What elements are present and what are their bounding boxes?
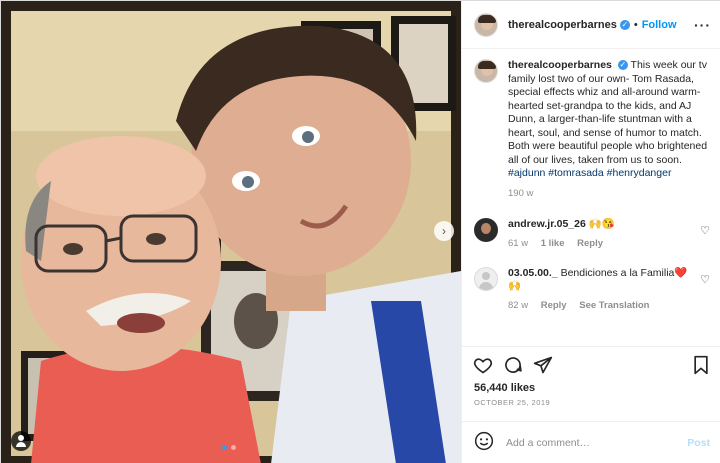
author-avatar[interactable]	[474, 12, 498, 37]
caption-verified-badge-icon: ✓	[617, 60, 628, 71]
comment-likes[interactable]: 1 like	[541, 238, 565, 249]
commenter-username[interactable]: andrew.jr.05_26	[508, 218, 586, 230]
comments-section[interactable]: therealcooperbarnes ✓ This week our tv f…	[462, 49, 720, 346]
more-horizontal-icon[interactable]: ···	[694, 17, 711, 33]
caption-age: 190 w	[508, 187, 534, 199]
comment-age: 82 w	[508, 299, 529, 311]
comment-text-line: andrew.jr.05_26 🙌😘	[508, 218, 698, 232]
instagram-post-modal: › therealcooperbarnes ✓ • Follow ··· the…	[0, 0, 720, 463]
add-comment-bar: Add a comment… Post	[462, 421, 720, 463]
reply-button[interactable]: Reply	[577, 238, 603, 249]
post-comment-button[interactable]: Post	[687, 437, 710, 449]
send-icon[interactable]	[532, 354, 554, 376]
add-comment-input[interactable]: Add a comment…	[506, 437, 687, 449]
tagged-users-icon[interactable]	[11, 431, 31, 451]
post-actions-bar	[462, 346, 720, 382]
comment-icon[interactable]	[502, 354, 524, 376]
post-date: OCTOBER 25, 2019	[474, 398, 551, 407]
post-header: therealcooperbarnes ✓ • Follow ···	[462, 1, 720, 49]
post-photo[interactable]: ›	[1, 1, 461, 463]
comment-body: andrew.jr.05_26 🙌😘 61 w 1 like Reply	[508, 218, 698, 249]
header-separator: •	[633, 18, 638, 31]
comment-like-heart-icon[interactable]: ♡	[700, 224, 710, 237]
caption-username[interactable]: therealcooperbarnes	[508, 59, 612, 71]
comment-item: 03.05.00._ Bendiciones a la Familia❤️🙌 8…	[474, 266, 710, 311]
caption-text: This week our tv family lost two of our …	[508, 59, 708, 166]
comment-text: 🙌😘	[588, 218, 615, 230]
comment-like-heart-icon[interactable]: ♡	[700, 273, 710, 286]
likes-count[interactable]: 56,440 likes	[474, 382, 535, 394]
carousel-indicator	[222, 445, 236, 450]
comment-meta: 61 w 1 like Reply	[508, 238, 698, 249]
comment-body: 03.05.00._ Bendiciones a la Familia❤️🙌 8…	[508, 267, 698, 311]
comment-meta: 82 w Reply See Translation	[508, 300, 698, 311]
commenter-username[interactable]: 03.05.00._	[508, 267, 558, 279]
commenter-avatar[interactable]	[474, 266, 498, 291]
reply-button[interactable]: Reply	[541, 300, 567, 311]
follow-button[interactable]: Follow	[642, 19, 677, 31]
comment-age: 61 w	[508, 237, 529, 249]
comment-text-line: 03.05.00._ Bendiciones a la Familia❤️🙌	[508, 267, 698, 294]
selfie-image	[1, 1, 461, 463]
post-details-panel: therealcooperbarnes ✓ • Follow ··· there…	[461, 1, 720, 463]
author-username[interactable]: therealcooperbarnes	[508, 19, 617, 31]
caption-body: therealcooperbarnes ✓ This week our tv f…	[508, 59, 710, 200]
caption-avatar[interactable]	[474, 59, 498, 83]
next-photo-button[interactable]: ›	[434, 221, 454, 241]
verified-badge-icon: ✓	[619, 19, 630, 30]
bookmark-icon[interactable]	[690, 354, 712, 376]
comment-item: andrew.jr.05_26 🙌😘 61 w 1 like Reply ♡	[474, 218, 710, 249]
commenter-avatar[interactable]	[474, 218, 498, 242]
heart-icon[interactable]	[472, 354, 494, 376]
caption-hashtags[interactable]: #ajdunn #tomrasada #henrydanger	[508, 167, 671, 179]
carousel-dot-active	[222, 445, 227, 450]
emoji-icon[interactable]	[474, 431, 494, 456]
caption: therealcooperbarnes ✓ This week our tv f…	[474, 59, 710, 200]
see-translation-button[interactable]: See Translation	[579, 300, 649, 311]
carousel-dot	[231, 445, 236, 450]
